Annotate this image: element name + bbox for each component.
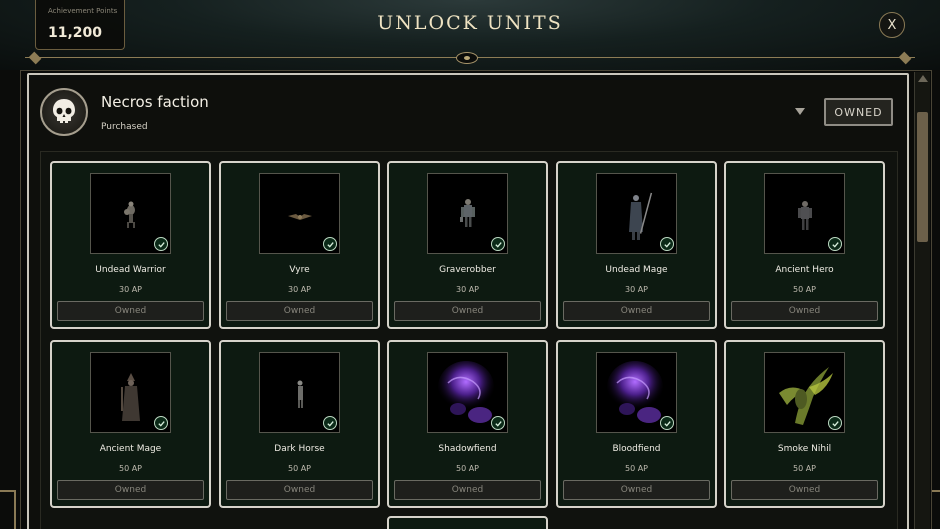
unit-owned-button[interactable]: Owned — [226, 301, 373, 321]
unit-cost: 30 AP — [287, 285, 312, 294]
unit-card[interactable]: Undead Warrior 30 AP Owned — [50, 161, 211, 329]
faction-name: Necros faction — [101, 93, 209, 111]
checkmark-icon — [828, 237, 842, 251]
divider-gem-icon — [456, 52, 478, 64]
unit-cost: 30 AP — [624, 285, 649, 294]
unit-name: Undead Warrior — [95, 265, 166, 275]
chevron-down-icon[interactable] — [795, 108, 805, 115]
scrollbar[interactable] — [914, 72, 930, 529]
unit-name: Undead Mage — [605, 265, 668, 275]
unit-card[interactable]: Vyre 30 AP Owned — [219, 161, 380, 329]
unit-owned-button[interactable]: Owned — [394, 301, 541, 321]
unit-name: Dark Horse — [274, 444, 325, 454]
skull-icon — [40, 88, 88, 136]
unit-card[interactable]: Smoke Nihil 50 AP Owned — [724, 340, 885, 508]
unit-portrait — [259, 173, 340, 254]
unit-cost: 30 AP — [455, 285, 480, 294]
unit-portrait — [764, 352, 845, 433]
unit-card[interactable]: Ancient Mage 50 AP Owned — [50, 340, 211, 508]
unit-portrait — [259, 352, 340, 433]
unit-owned-button[interactable]: Owned — [731, 480, 878, 500]
close-button[interactable]: X — [879, 12, 905, 38]
unit-name: Graverobber — [439, 265, 496, 275]
frame-corner-left-icon — [0, 490, 16, 529]
unit-card[interactable]: Dark Horse 50 AP Owned — [219, 340, 380, 508]
page-title: UNLOCK UNITS — [377, 12, 563, 34]
checkmark-icon — [828, 416, 842, 430]
unit-card[interactable]: Undead Mage 30 AP Owned — [556, 161, 717, 329]
checkmark-icon — [154, 416, 168, 430]
unit-cost: 50 AP — [792, 285, 817, 294]
unit-portrait — [764, 173, 845, 254]
unit-owned-button[interactable]: Owned — [563, 301, 710, 321]
unit-name: Ancient Hero — [775, 265, 834, 275]
unit-portrait — [90, 173, 171, 254]
checkmark-icon — [660, 237, 674, 251]
checkmark-icon — [491, 416, 505, 430]
unit-portrait — [596, 173, 677, 254]
unit-name: Smoke Nihil — [777, 444, 832, 454]
unit-portrait — [427, 352, 508, 433]
unit-cost: 30 AP — [118, 285, 143, 294]
checkmark-icon — [323, 237, 337, 251]
unit-owned-button[interactable]: Owned — [57, 480, 204, 500]
unit-owned-button[interactable]: Owned — [563, 480, 710, 500]
unit-name: Bloodfiend — [612, 444, 661, 454]
scroll-up-icon[interactable] — [918, 75, 928, 82]
checkmark-icon — [660, 416, 674, 430]
unit-cost: 50 AP — [455, 464, 480, 473]
unit-card[interactable]: Ancient Hero 50 AP Owned — [724, 161, 885, 329]
unit-owned-button[interactable]: Owned — [226, 480, 373, 500]
unit-cost: 50 AP — [624, 464, 649, 473]
scrollbar-thumb[interactable] — [917, 112, 928, 242]
unit-owned-button[interactable]: Owned — [394, 480, 541, 500]
unit-portrait — [90, 352, 171, 433]
unit-owned-button[interactable]: Owned — [731, 301, 878, 321]
unit-name: Shadowfiend — [438, 444, 497, 454]
unit-cost: 50 AP — [118, 464, 143, 473]
checkmark-icon — [323, 416, 337, 430]
unit-name: Ancient Mage — [99, 444, 162, 454]
unit-card-partial[interactable] — [387, 516, 548, 529]
unit-card[interactable]: Shadowfiend 50 AP Owned — [387, 340, 548, 508]
unit-cost: 50 AP — [287, 464, 312, 473]
faction-owned-badge: OWNED — [824, 98, 893, 126]
unit-cost: 50 AP — [792, 464, 817, 473]
unit-card[interactable]: Graverobber 30 AP Owned — [387, 161, 548, 329]
checkmark-icon — [491, 237, 505, 251]
unit-portrait — [596, 352, 677, 433]
unit-card[interactable]: Bloodfiend 50 AP Owned — [556, 340, 717, 508]
faction-status: Purchased — [101, 122, 148, 132]
unit-name: Vyre — [289, 265, 310, 275]
unit-owned-button[interactable]: Owned — [57, 301, 204, 321]
checkmark-icon — [154, 237, 168, 251]
unit-portrait — [427, 173, 508, 254]
